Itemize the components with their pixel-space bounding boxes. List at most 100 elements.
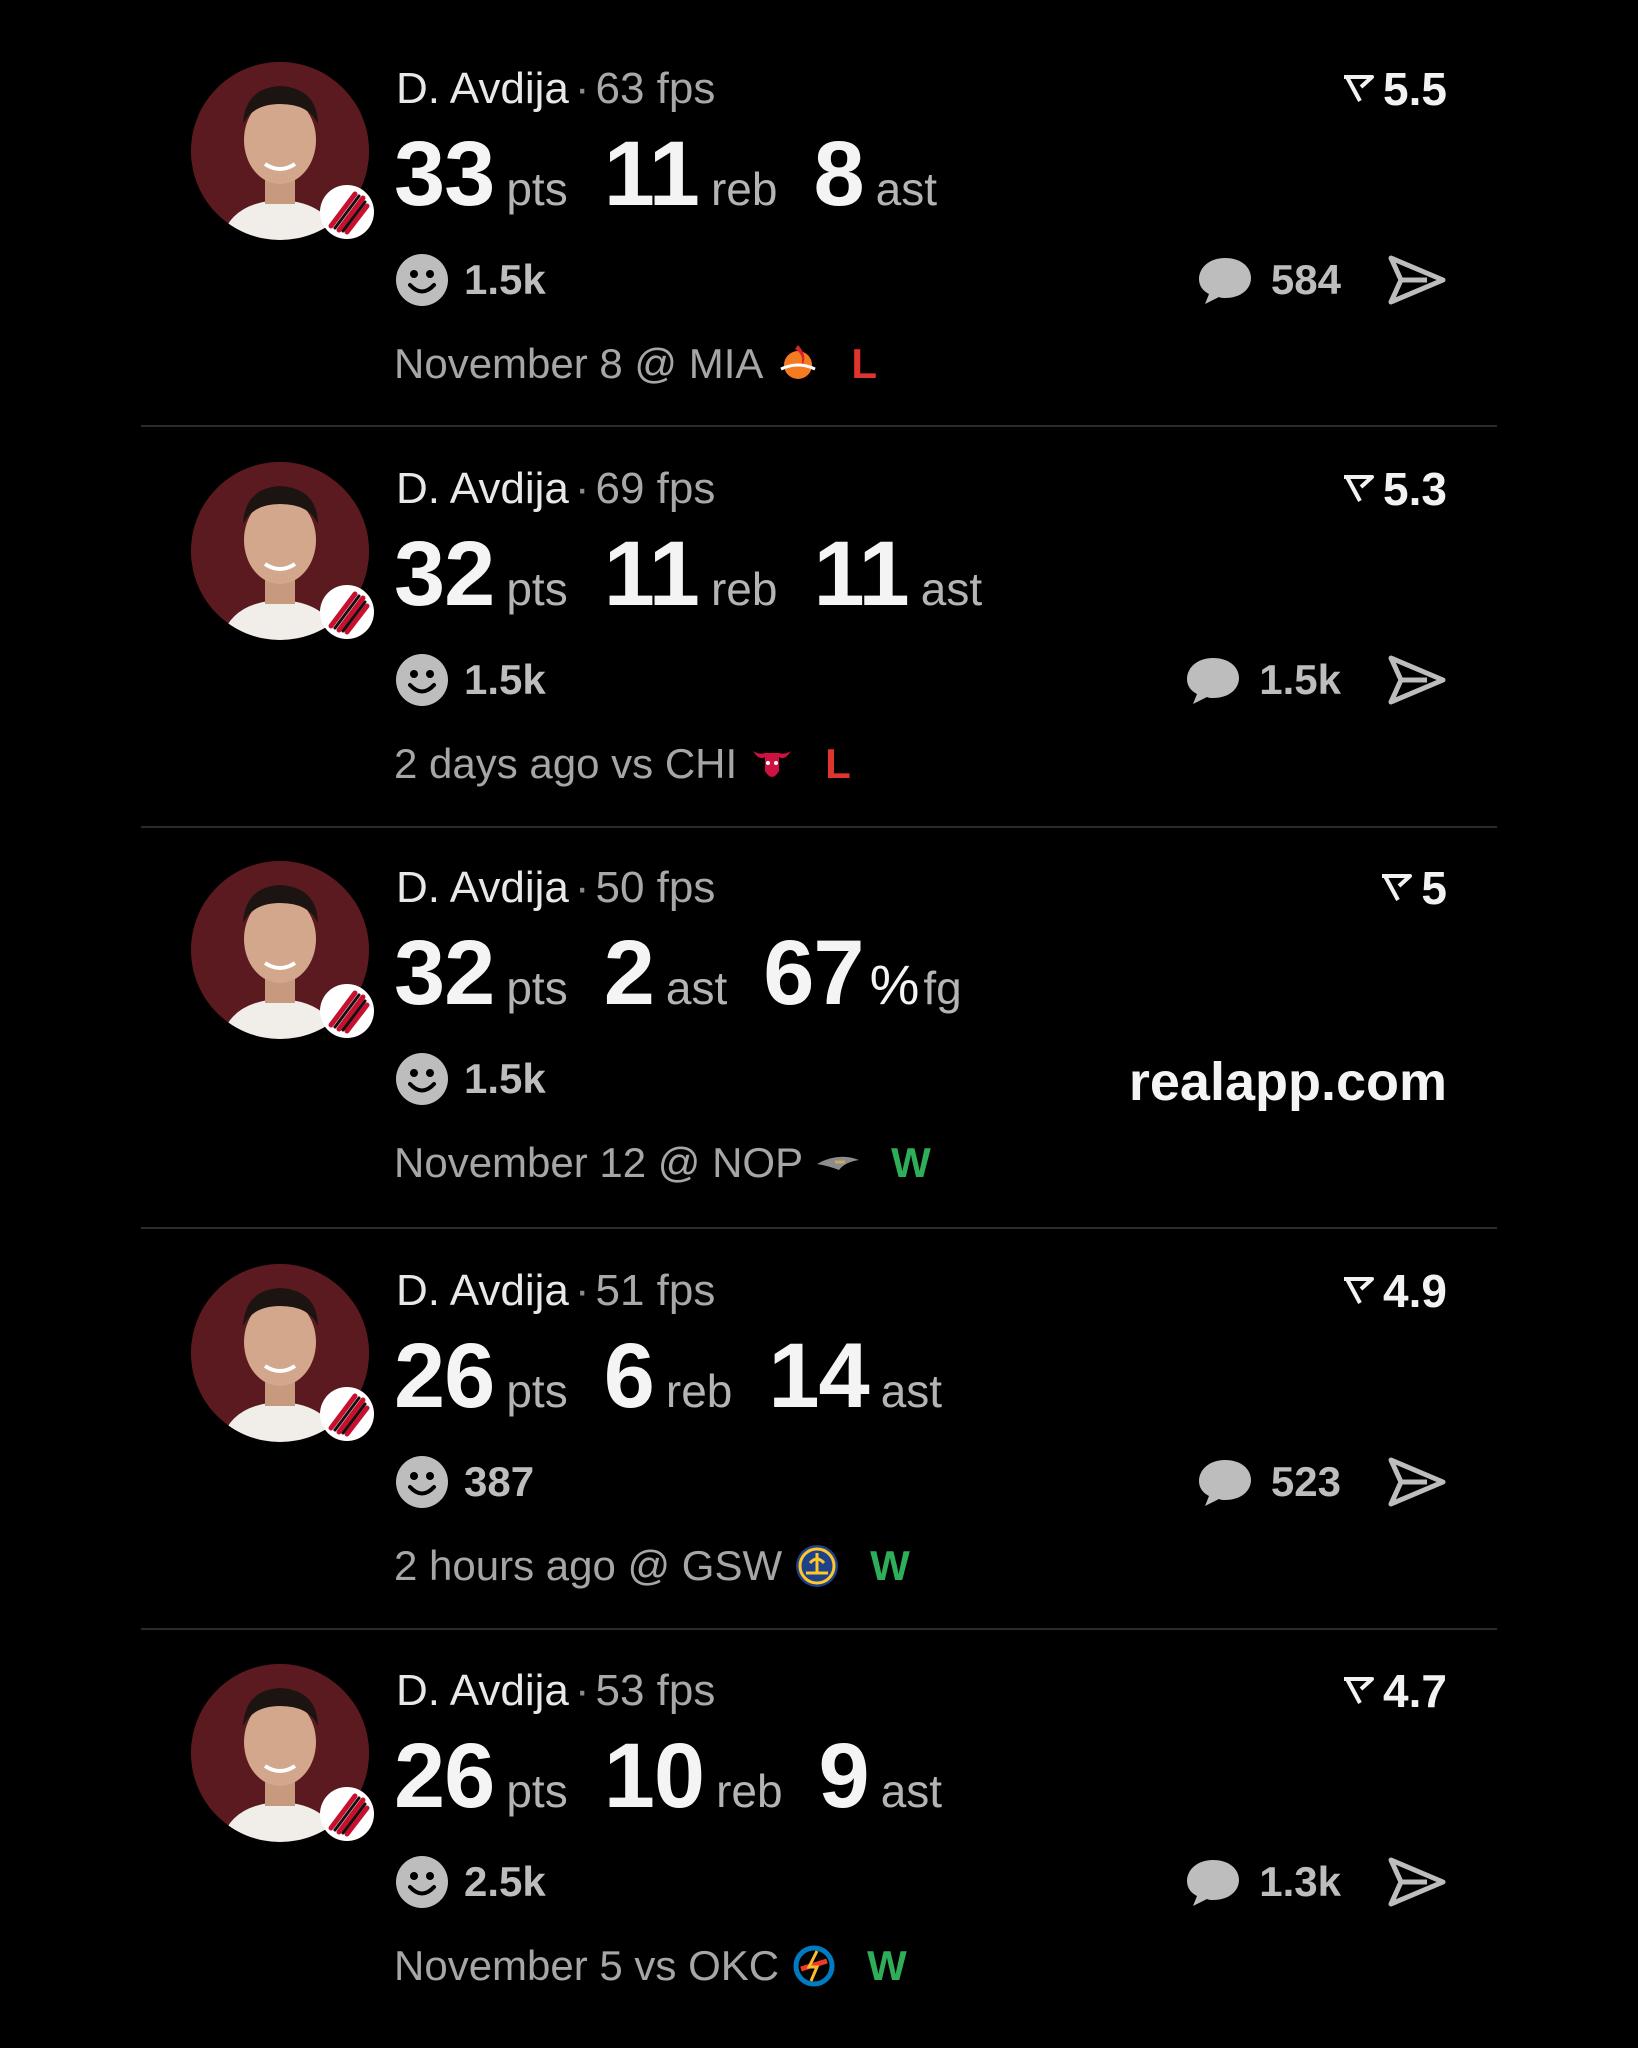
stat-unit: ast bbox=[665, 962, 728, 1014]
comment-count[interactable]: 523 bbox=[1271, 1458, 1341, 1506]
player-name[interactable]: D. Avdija bbox=[396, 64, 569, 113]
game-description: November 8 @ MIA bbox=[394, 340, 764, 387]
stat-value: 33 bbox=[394, 123, 495, 225]
comment-bubble-icon[interactable] bbox=[1195, 1454, 1255, 1510]
game-result-badge: W bbox=[867, 1942, 907, 1989]
reactions-button[interactable]: 1.5k bbox=[394, 652, 546, 708]
game-info[interactable]: November 12 @ NOP W bbox=[394, 1139, 931, 1187]
pelicans-logo-icon bbox=[817, 1156, 860, 1170]
reaction-count: 1.5k bbox=[464, 1055, 546, 1102]
stat-line: 32 pts 11 reb 11 ast bbox=[394, 522, 1018, 627]
smiley-face-icon bbox=[396, 654, 448, 706]
stat-value: 32 bbox=[394, 523, 495, 625]
stat-unit: ast bbox=[880, 1365, 943, 1417]
comment-bubble-icon[interactable] bbox=[1183, 1854, 1243, 1910]
stat-value: 26 bbox=[394, 1725, 495, 1827]
reactions-button[interactable]: 1.5k bbox=[394, 1051, 546, 1107]
stat-rebounds: 10 reb bbox=[604, 1724, 783, 1829]
stat-unit: fg bbox=[923, 962, 962, 1014]
rating-value: 5.3 bbox=[1383, 463, 1447, 515]
rating-value: 5 bbox=[1421, 862, 1447, 914]
stat-rebounds: 11 reb bbox=[604, 122, 778, 227]
comment-bubble-icon[interactable] bbox=[1183, 652, 1243, 708]
player-name[interactable]: D. Avdija bbox=[396, 863, 569, 912]
post-actions: 523 bbox=[1195, 1454, 1447, 1510]
comment-count[interactable]: 1.5k bbox=[1259, 656, 1341, 704]
comment-bubble-icon[interactable] bbox=[1195, 252, 1255, 308]
comment-count[interactable]: 1.3k bbox=[1259, 1858, 1341, 1906]
stat-value: 11 bbox=[813, 523, 909, 625]
reaction-count: 2.5k bbox=[464, 1858, 546, 1905]
player-avatar[interactable] bbox=[191, 1264, 374, 1442]
player-name[interactable]: D. Avdija bbox=[396, 1666, 569, 1715]
stat-points: 33 pts bbox=[394, 122, 568, 227]
player-avatar[interactable] bbox=[191, 462, 374, 640]
reaction-count: 387 bbox=[464, 1458, 535, 1505]
stat-points: 26 pts bbox=[394, 1324, 568, 1429]
trail-blazers-logo-icon bbox=[320, 1787, 374, 1841]
player-avatar[interactable] bbox=[191, 62, 374, 240]
post-header: D. Avdija · 69 fps bbox=[396, 464, 715, 514]
player-avatar[interactable] bbox=[191, 1664, 374, 1842]
player-name[interactable]: D. Avdija bbox=[396, 1266, 569, 1315]
stat-rebounds: 6 reb bbox=[604, 1324, 733, 1429]
trail-blazers-logo-icon bbox=[320, 1387, 374, 1441]
post-card[interactable]: D. Avdija · 69 fps 5.3 32 pts 11 reb 11 ast 1… bbox=[141, 402, 1497, 802]
post-card[interactable]: D. Avdija · 51 fps 4.9 26 pts 6 reb 14 ast 38… bbox=[141, 1204, 1497, 1604]
game-info[interactable]: November 8 @ MIA L bbox=[394, 340, 877, 388]
post-header: D. Avdija · 63 fps bbox=[396, 64, 715, 114]
trail-blazers-logo-icon bbox=[320, 185, 374, 239]
post-card[interactable]: D. Avdija · 53 fps 4.7 26 pts 10 reb 9 ast 2.… bbox=[141, 1604, 1497, 2004]
separator: · bbox=[574, 464, 590, 513]
rating-score: 5 bbox=[1379, 861, 1447, 915]
stat-value: 32 bbox=[394, 922, 495, 1024]
rating-arrow-icon bbox=[1344, 75, 1375, 102]
game-info[interactable]: 2 days ago vs CHI L bbox=[394, 740, 851, 788]
game-info[interactable]: 2 hours ago @ GSW W bbox=[394, 1542, 910, 1590]
stat-unit: ast bbox=[875, 163, 938, 215]
stat-value: 6 bbox=[603, 1325, 655, 1427]
stat-unit: pts bbox=[506, 563, 568, 615]
stat-value: 14 bbox=[768, 1325, 869, 1427]
player-avatar[interactable] bbox=[191, 861, 374, 1039]
share-send-icon[interactable] bbox=[1387, 252, 1447, 308]
share-send-icon[interactable] bbox=[1387, 1454, 1447, 1510]
reactions-button[interactable]: 387 bbox=[394, 1454, 534, 1510]
game-info[interactable]: November 5 vs OKC W bbox=[394, 1942, 907, 1990]
rating-arrow-icon bbox=[1344, 1277, 1375, 1304]
stat-points: 32 pts bbox=[394, 522, 568, 627]
post-card[interactable]: D. Avdija · 50 fps 5 32 pts 2 ast 67% fg 1.5k… bbox=[141, 801, 1497, 1201]
stat-unit: pts bbox=[506, 163, 568, 215]
comment-count[interactable]: 584 bbox=[1271, 256, 1341, 304]
percent-sign: % bbox=[869, 953, 920, 1016]
reactions-button[interactable]: 1.5k bbox=[394, 252, 546, 308]
stat-unit: ast bbox=[920, 563, 983, 615]
reactions-button[interactable]: 2.5k bbox=[394, 1854, 546, 1910]
separator: · bbox=[574, 1266, 590, 1315]
stat-unit: reb bbox=[665, 1365, 733, 1417]
stat-unit: pts bbox=[506, 1365, 568, 1417]
stat-assists: 2 ast bbox=[604, 921, 728, 1026]
game-description: November 12 @ NOP bbox=[394, 1139, 804, 1186]
stat-assists: 11 ast bbox=[813, 522, 982, 627]
smiley-face-icon bbox=[396, 1856, 448, 1908]
game-result-badge: L bbox=[851, 340, 878, 387]
stat-line: 33 pts 11 reb 8 ast bbox=[394, 122, 973, 227]
rating-score: 5.3 bbox=[1341, 462, 1447, 516]
player-name[interactable]: D. Avdija bbox=[396, 464, 569, 513]
fps-label: 51 fps bbox=[595, 1266, 716, 1315]
stat-unit: reb bbox=[710, 563, 778, 615]
bulls-logo-icon bbox=[753, 751, 792, 777]
post-actions: 1.3k bbox=[1183, 1854, 1447, 1910]
game-description: November 5 vs OKC bbox=[394, 1942, 780, 1989]
reaction-count: 1.5k bbox=[464, 256, 546, 303]
heat-logo-icon bbox=[780, 345, 817, 379]
site-watermark: realapp.com bbox=[1128, 1052, 1447, 1112]
share-send-icon[interactable] bbox=[1387, 1854, 1447, 1910]
post-card[interactable]: D. Avdija · 63 fps 5.5 33 pts 11 reb 8 ast 1.… bbox=[141, 2, 1497, 402]
separator: · bbox=[574, 863, 590, 912]
share-send-icon[interactable] bbox=[1387, 652, 1447, 708]
stat-unit: ast bbox=[880, 1765, 943, 1817]
game-result-badge: W bbox=[891, 1139, 931, 1186]
post-header: D. Avdija · 51 fps bbox=[396, 1266, 715, 1316]
